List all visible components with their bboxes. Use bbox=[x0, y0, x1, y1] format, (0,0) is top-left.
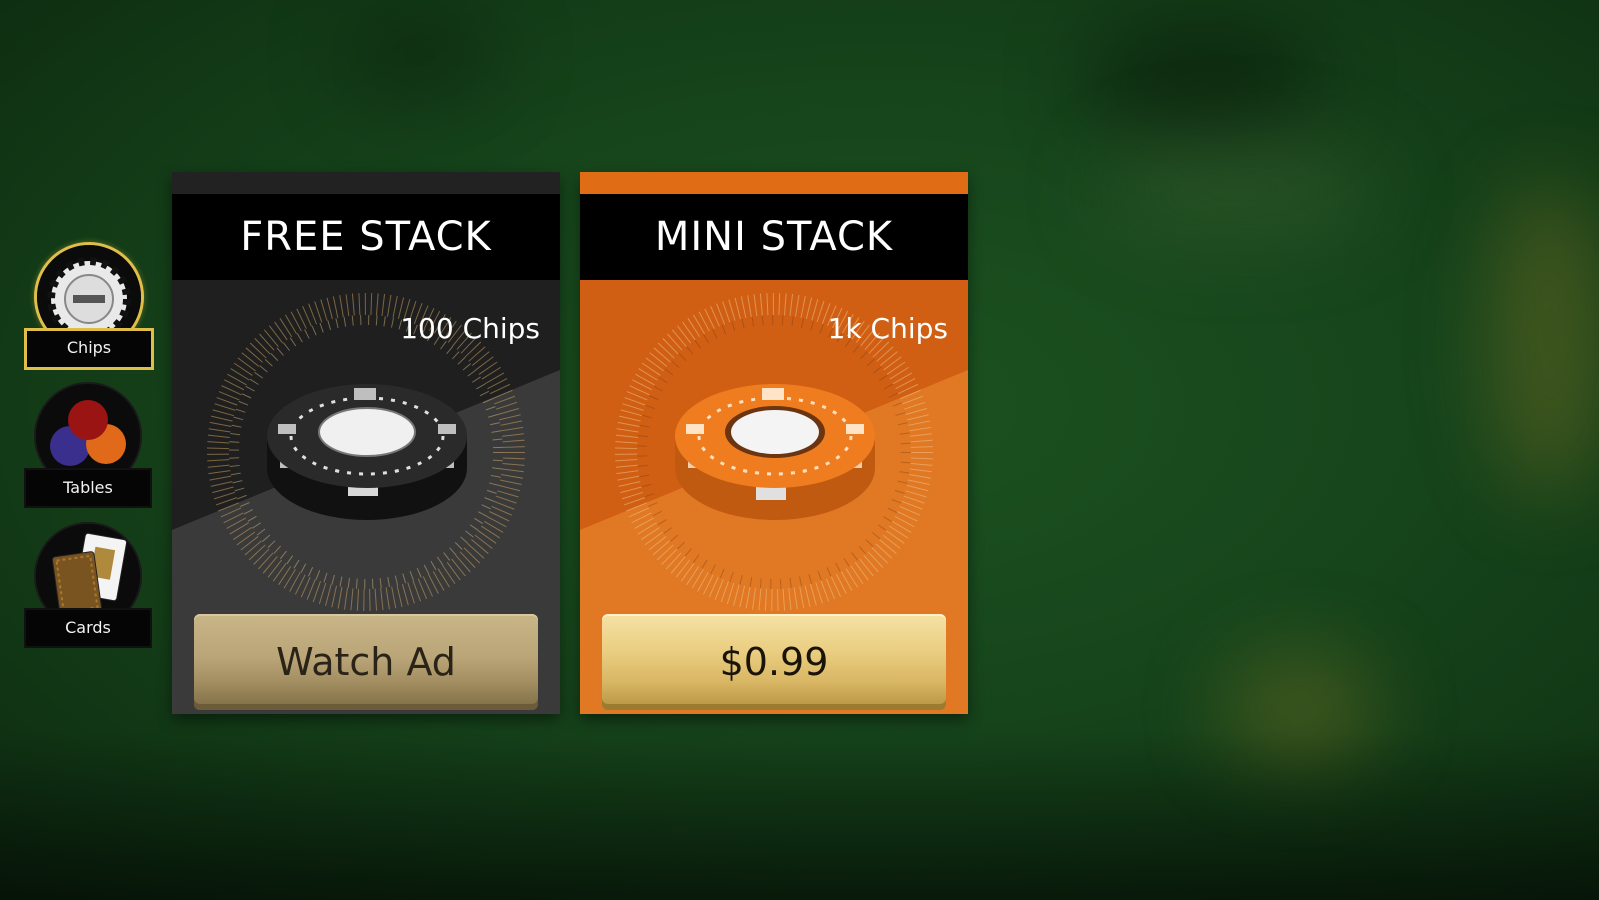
orange-poker-chip-icon bbox=[675, 384, 875, 520]
offer-title: MINI STACK bbox=[580, 194, 968, 280]
sidebar-item-label: Tables bbox=[24, 468, 152, 508]
sidebar-item-tables[interactable]: Tables bbox=[24, 382, 152, 512]
background-blur bbox=[1490, 180, 1599, 500]
background-vignette bbox=[0, 730, 1599, 900]
offer-title: FREE STACK bbox=[172, 194, 560, 280]
sidebar-item-cards[interactable]: Cards bbox=[24, 522, 152, 652]
background-blur bbox=[340, 10, 500, 100]
offer-card-free-stack: FREE STACK 100 Chips Watch Ad bbox=[172, 172, 560, 714]
background-blur bbox=[1100, 140, 1380, 240]
buy-price-button[interactable]: $0.99 bbox=[602, 614, 946, 710]
background-blur bbox=[1080, 20, 1320, 140]
offer-card-mini-stack: MINI STACK 1k Chips $0.99 bbox=[580, 172, 968, 714]
sidebar-item-label: Cards bbox=[24, 608, 152, 648]
background-blur bbox=[1220, 650, 1380, 770]
sidebar-item-label: Chips bbox=[24, 328, 154, 370]
offer-amount: 100 Chips bbox=[400, 312, 540, 345]
watch-ad-button[interactable]: Watch Ad bbox=[194, 614, 538, 710]
black-poker-chip-icon bbox=[267, 384, 467, 520]
offer-amount: 1k Chips bbox=[827, 312, 948, 345]
sidebar-item-chips[interactable]: Chips bbox=[24, 242, 154, 372]
